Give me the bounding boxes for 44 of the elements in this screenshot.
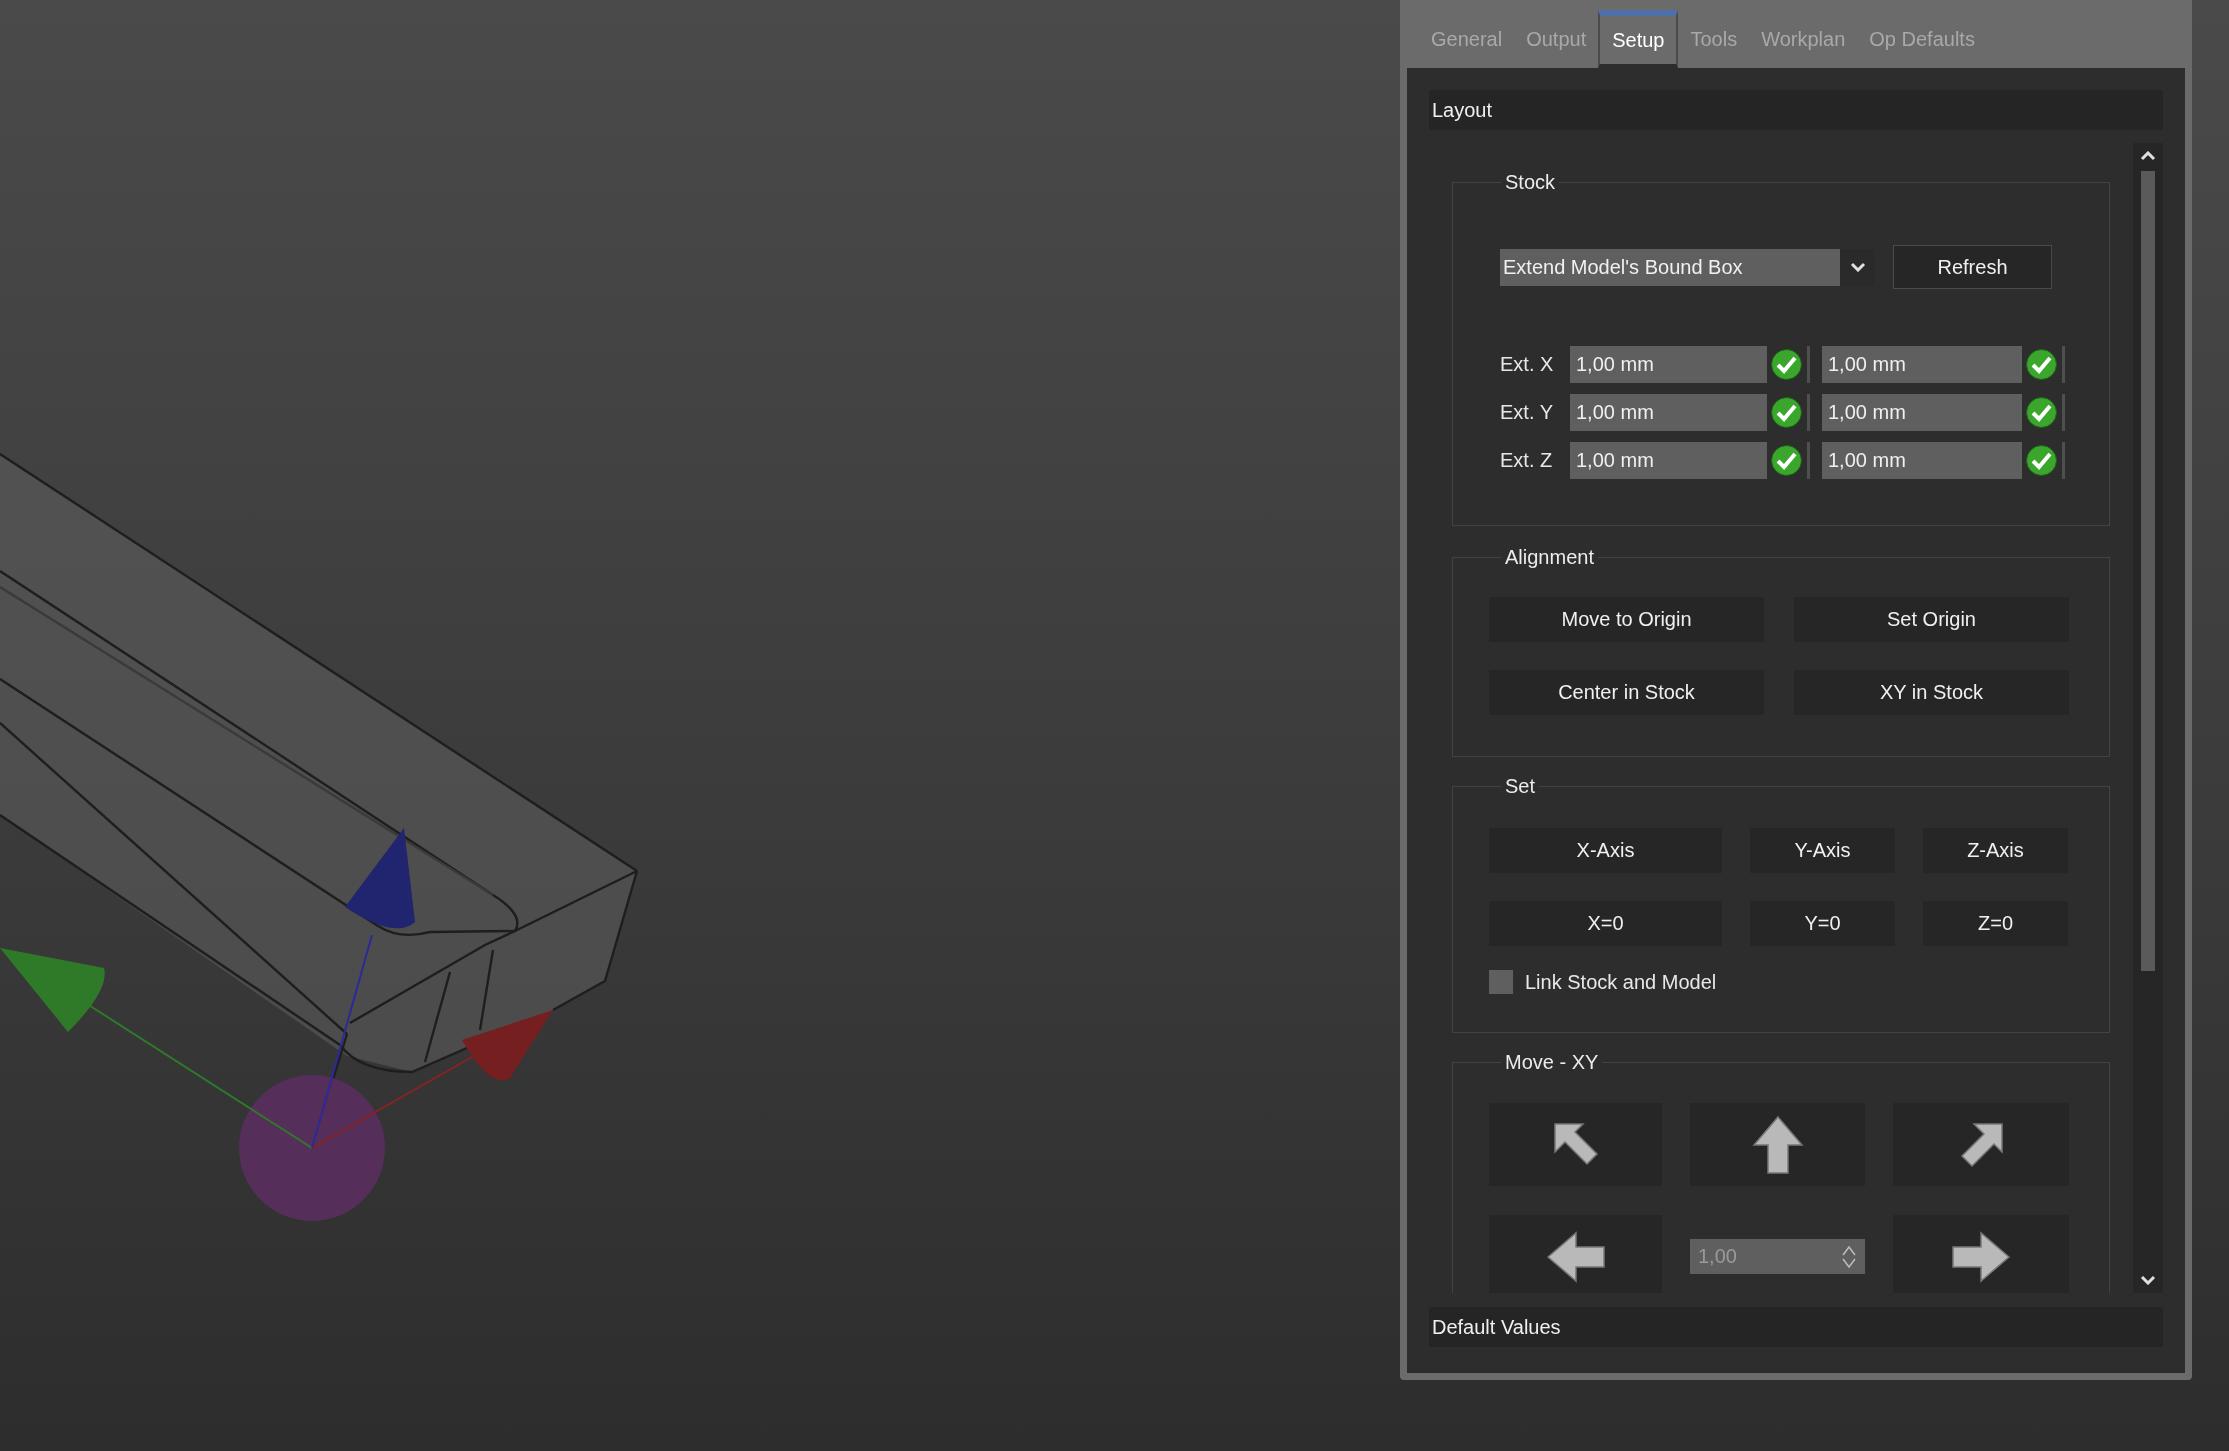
- value-field[interactable]: 1,00 mm: [1822, 442, 2022, 479]
- action-button[interactable]: Center in Stock: [1489, 670, 1764, 715]
- group-title: Stock: [1504, 171, 1557, 194]
- refresh-button[interactable]: Refresh: [1893, 245, 2052, 289]
- spin-arrows-icon: [1841, 1243, 1857, 1270]
- action-button[interactable]: X=0: [1489, 901, 1722, 946]
- move-right-button[interactable]: [1893, 1215, 2069, 1293]
- checkbox-label: Link Stock and Model: [1525, 970, 1717, 994]
- field-label: Ext. X: [1500, 353, 1555, 376]
- group-title: Move - XY: [1504, 1051, 1600, 1074]
- action-button[interactable]: Y=0: [1750, 901, 1895, 946]
- action-button[interactable]: Z-Axis: [1923, 828, 2068, 873]
- arrow-right-icon: [1951, 1230, 2011, 1283]
- chevron-down-icon[interactable]: [2140, 1275, 2156, 1285]
- section-header[interactable]: Layout: [1429, 90, 2163, 130]
- checkbox[interactable]: [1489, 970, 1513, 994]
- value-field[interactable]: 1,00 mm: [1570, 394, 1767, 431]
- chevron-down-icon: [1849, 262, 1866, 272]
- scrollbar-thumb[interactable]: [2141, 171, 2155, 971]
- value-field[interactable]: 1,00 mm: [1822, 346, 2022, 383]
- tab[interactable]: Setup: [1598, 10, 1679, 68]
- action-button[interactable]: Move to Origin: [1489, 597, 1764, 642]
- action-button[interactable]: Set Origin: [1794, 597, 2069, 642]
- action-button[interactable]: XY in Stock: [1794, 670, 2069, 715]
- value-field[interactable]: 1,00 mm: [1570, 442, 1767, 479]
- action-button[interactable]: X-Axis: [1489, 828, 1722, 873]
- move-up-left-button[interactable]: [1489, 1103, 1662, 1186]
- value-field[interactable]: 1,00 mm: [1570, 346, 1767, 383]
- scrollbar[interactable]: [2133, 143, 2163, 1293]
- action-button[interactable]: Z=0: [1923, 901, 2068, 946]
- move-up-button[interactable]: [1690, 1103, 1865, 1186]
- move-up-right-button[interactable]: [1893, 1103, 2069, 1186]
- stock-mode-dropdown[interactable]: Extend Model's Bound Box: [1500, 248, 1875, 286]
- group-title: Set: [1504, 775, 1537, 798]
- arrow-left-icon: [1545, 1230, 1606, 1283]
- move-left-button[interactable]: [1489, 1215, 1662, 1293]
- arrow-up-icon: [1751, 1114, 1804, 1175]
- group-title: Alignment: [1504, 546, 1595, 569]
- action-button[interactable]: Y-Axis: [1750, 828, 1895, 873]
- chevron-up-icon[interactable]: [2140, 151, 2156, 161]
- value-field[interactable]: 1,00 mm: [1822, 394, 2022, 431]
- field-label: Ext. Z: [1500, 449, 1554, 472]
- section-header[interactable]: Default Values: [1429, 1307, 2163, 1347]
- field-label: Ext. Y: [1500, 401, 1554, 424]
